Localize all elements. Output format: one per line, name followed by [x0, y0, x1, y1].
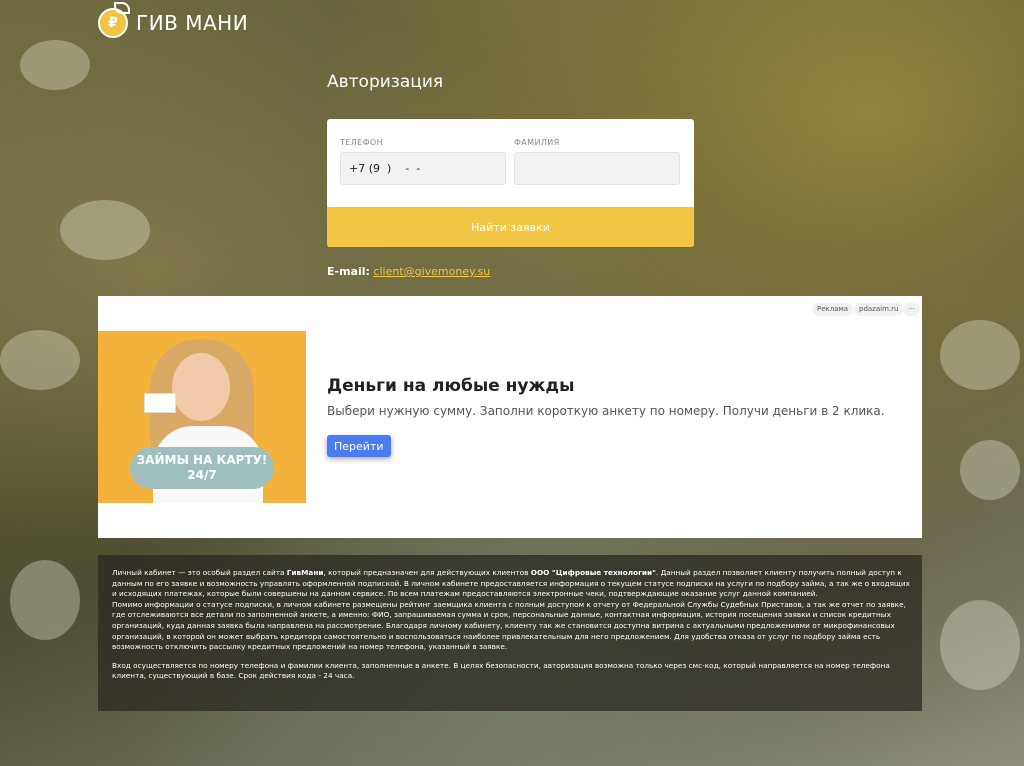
- leaf-icon: [114, 2, 130, 14]
- ad-subtitle: Выбери нужную сумму. Заполни короткую ан…: [327, 404, 885, 418]
- ad-image[interactable]: ЗАЙМЫ НА КАРТУ! 24/7: [98, 331, 306, 503]
- find-requests-button[interactable]: Найти заявки: [327, 207, 694, 247]
- phone-label: ТЕЛЕФОН: [340, 138, 384, 147]
- background-flower: [960, 440, 1020, 500]
- bank-card-icon: [144, 393, 176, 413]
- ad-domain-tag[interactable]: pdazaim.ru: [854, 303, 904, 316]
- email-link[interactable]: client@givemoney.su: [373, 265, 490, 278]
- coin-icon: ₽: [98, 2, 130, 38]
- info-text: , который предназначен для действующих к…: [323, 568, 531, 577]
- surname-field-box: [514, 152, 680, 185]
- info-text: Личный кабинет — это особый раздел сайта: [112, 568, 287, 577]
- info-company: ООО "Цифровые технологии": [530, 568, 656, 577]
- brand-name: ГИВ МАНИ: [136, 11, 249, 35]
- ad-go-button[interactable]: Перейти: [327, 435, 391, 457]
- background-flower: [10, 560, 80, 640]
- background-flower: [0, 330, 80, 390]
- background-flower: [60, 200, 150, 260]
- contact-email: E-mail: client@givemoney.su: [327, 265, 490, 278]
- background-flower: [20, 40, 90, 90]
- promo-line-2: 24/7: [187, 468, 217, 482]
- ad-banner: Реклама pdazaim.ru ··· ЗАЙМЫ НА КАРТУ! 2…: [98, 296, 922, 538]
- email-label: E-mail:: [327, 265, 370, 278]
- surname-label: ФАМИЛИЯ: [514, 138, 560, 147]
- brand-logo[interactable]: ₽ ГИВ МАНИ: [98, 2, 249, 38]
- ad-more-icon[interactable]: ···: [903, 303, 920, 316]
- ad-promo-badge: ЗАЙМЫ НА КАРТУ! 24/7: [130, 447, 274, 489]
- phone-input[interactable]: [341, 153, 505, 184]
- background-flower: [940, 320, 1020, 390]
- phone-field-box: [340, 152, 506, 185]
- ad-title[interactable]: Деньги на любые нужды: [327, 376, 575, 396]
- background-flower: [940, 600, 1020, 690]
- ad-label-tag[interactable]: Реклама: [812, 303, 854, 316]
- woman-face: [172, 353, 230, 421]
- info-paragraph-1: Личный кабинет — это особый раздел сайта…: [112, 568, 910, 653]
- info-brand: ГивМани: [286, 568, 324, 577]
- promo-line-1: ЗАЙМЫ НА КАРТУ!: [136, 453, 268, 467]
- info-text: Помимо информации о статусе подписки, в …: [112, 599, 906, 652]
- auth-form: ТЕЛЕФОН ФАМИЛИЯ Найти заявки: [327, 119, 694, 247]
- ruble-icon: ₽: [108, 15, 118, 31]
- info-text-panel: Личный кабинет — это особый раздел сайта…: [98, 555, 922, 711]
- surname-input[interactable]: [515, 153, 679, 184]
- info-paragraph-2: Вход осуществляется по номеру телефона и…: [112, 660, 890, 681]
- page-title: Авторизация: [327, 72, 444, 92]
